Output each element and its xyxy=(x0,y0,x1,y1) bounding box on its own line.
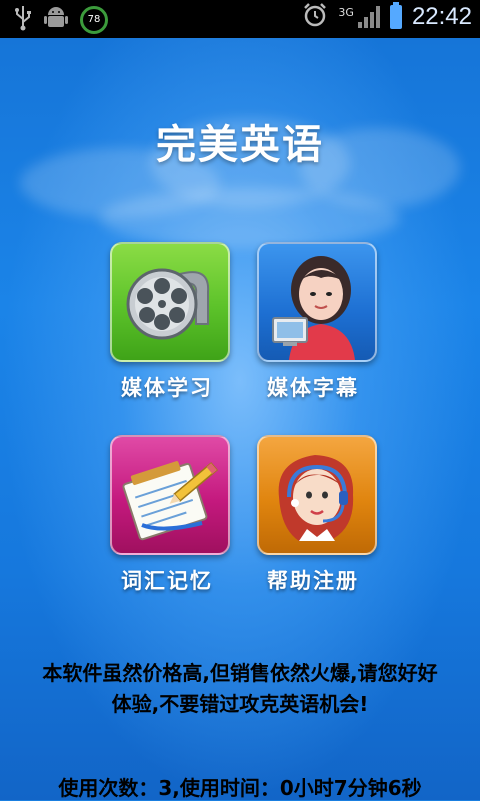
cloud-decoration xyxy=(100,188,400,248)
media-subtitles-label[interactable]: 媒体字幕 xyxy=(228,372,398,402)
status-right: 3G 22:42 xyxy=(302,2,472,32)
network-type-label: 3G xyxy=(338,5,354,19)
battery-circle-icon: 78 xyxy=(80,6,108,34)
notepad-pencil-icon xyxy=(122,461,218,541)
app-title: 完美英语 xyxy=(156,122,324,168)
vocabulary-memory-label[interactable]: 词汇记忆 xyxy=(82,565,252,595)
usb-icon xyxy=(14,5,32,35)
usage-stats: 使用次数：3,使用时间：0小时7分钟6秒 xyxy=(58,776,422,800)
main-screen: 完美英语 媒体学习 媒体字幕 词汇记忆 帮助注册 本软件虽然价格高,但销售依然火… xyxy=(0,38,480,800)
help-register-button[interactable] xyxy=(257,435,377,555)
media-learning-button[interactable] xyxy=(110,242,230,362)
battery-charging-icon xyxy=(389,2,402,29)
promo-notice-line-1: 本软件虽然价格高,但销售依然火爆,请您好好 xyxy=(42,661,438,685)
status-time: 22:42 xyxy=(411,3,472,30)
alarm-icon xyxy=(302,2,328,32)
promo-notice-line-2: 体验,不要错过攻克英语机会! xyxy=(111,692,369,716)
woman-at-computer-icon xyxy=(272,256,355,360)
status-bar: 78 3G 22:42 xyxy=(0,0,480,38)
vocabulary-memory-button[interactable] xyxy=(110,435,230,555)
help-register-label[interactable]: 帮助注册 xyxy=(228,565,398,595)
android-debug-icon xyxy=(44,5,68,35)
media-subtitles-button[interactable] xyxy=(257,242,377,362)
media-learning-label[interactable]: 媒体学习 xyxy=(82,372,252,402)
status-left: 78 xyxy=(14,5,108,35)
headset-operator-icon xyxy=(278,455,354,541)
signal-icon xyxy=(357,6,380,28)
film-reel-icon xyxy=(126,268,210,340)
promo-notice: 本软件虽然价格高,但销售依然火爆,请您好好 体验,不要错过攻克英语机会! xyxy=(0,658,480,720)
